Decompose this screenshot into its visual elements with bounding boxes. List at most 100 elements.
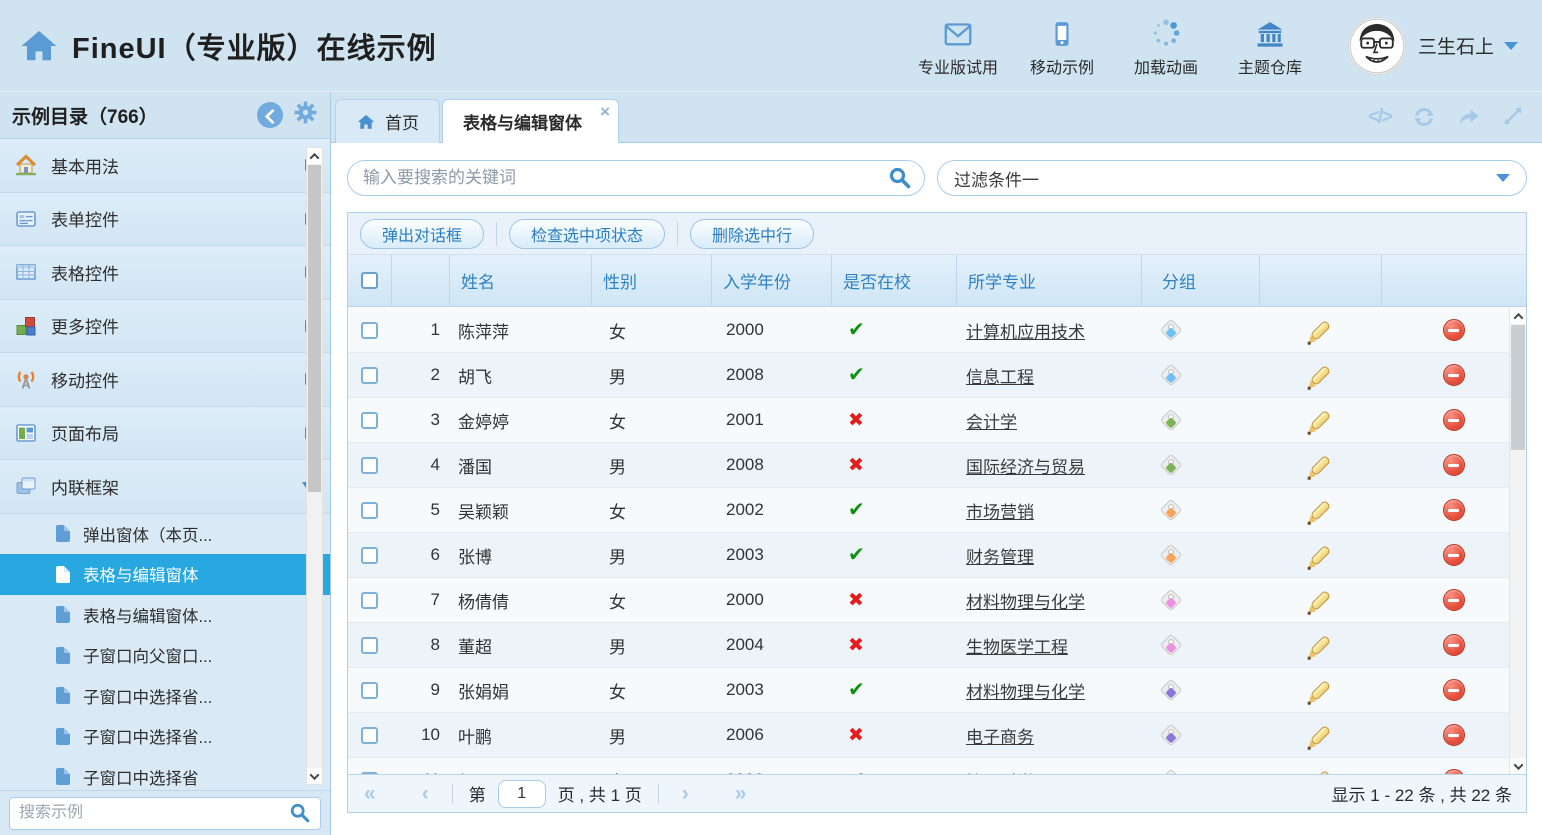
- sidebar-item-more-controls[interactable]: 更多控件: [0, 300, 330, 354]
- table-scrollbar[interactable]: [1509, 308, 1526, 774]
- sidebar-search-input[interactable]: [19, 804, 289, 822]
- last-page-icon[interactable]: »: [735, 783, 747, 804]
- edit-pencil-icon[interactable]: [1309, 454, 1330, 475]
- header-major[interactable]: 所学专业: [956, 255, 1141, 306]
- table-row[interactable]: 9 张娟娟 女 2003 ✔ ✖ 材料物理与化学: [348, 668, 1526, 713]
- row-checkbox[interactable]: [361, 412, 378, 429]
- row-checkbox[interactable]: [361, 592, 378, 609]
- tab-table-edit-window[interactable]: 表格与编辑窗体 ×: [442, 99, 619, 143]
- keyword-search-input[interactable]: [363, 168, 888, 188]
- nav-trial[interactable]: 专业版试用: [906, 13, 1010, 78]
- sidebar-subitem[interactable]: 弹出窗体（本页...: [0, 514, 330, 555]
- keyword-search-field[interactable]: [347, 160, 925, 196]
- search-icon[interactable]: [888, 166, 912, 190]
- sidebar-subitem[interactable]: 子窗口中选择省...: [0, 676, 330, 717]
- gear-icon[interactable]: [293, 100, 318, 130]
- edit-pencil-icon[interactable]: [1309, 589, 1330, 610]
- delete-icon[interactable]: [1443, 544, 1465, 566]
- sidebar-subitem[interactable]: 表格与编辑窗体: [0, 554, 330, 595]
- major-link[interactable]: 国际经济与贸易: [966, 453, 1085, 478]
- filter-dropdown[interactable]: 过滤条件一: [937, 160, 1527, 196]
- next-page-icon[interactable]: ›: [682, 783, 689, 804]
- row-checkbox[interactable]: [361, 547, 378, 564]
- table-row[interactable]: 5 吴颖颖 女 2002 ✔ ✖ 市场营销: [348, 488, 1526, 533]
- table-row[interactable]: 2 胡飞 男 2008 ✔ ✖ 信息工程: [348, 353, 1526, 398]
- sidebar-item-table-controls[interactable]: 表格控件: [0, 246, 330, 300]
- delete-icon[interactable]: [1443, 724, 1465, 746]
- scroll-up-icon[interactable]: [1510, 308, 1526, 324]
- major-link[interactable]: 材料物理与化学: [966, 678, 1085, 703]
- scrollbar-thumb[interactable]: [1511, 325, 1525, 450]
- user-menu[interactable]: 三生石上: [1348, 17, 1518, 75]
- toolbar-button[interactable]: 检查选中项状态: [509, 219, 665, 249]
- sidebar-search-box[interactable]: [9, 797, 321, 830]
- edit-pencil-icon[interactable]: [1309, 364, 1330, 385]
- row-checkbox[interactable]: [361, 682, 378, 699]
- row-checkbox[interactable]: [361, 367, 378, 384]
- row-checkbox[interactable]: [361, 457, 378, 474]
- major-link[interactable]: 电子商务: [966, 723, 1034, 748]
- edit-pencil-icon[interactable]: [1309, 319, 1330, 340]
- sidebar-subitem[interactable]: 子窗口向父窗口...: [0, 635, 330, 676]
- header-enrolled[interactable]: 是否在校: [831, 255, 956, 306]
- row-checkbox[interactable]: [361, 727, 378, 744]
- table-row[interactable]: 10 叶鹏 男 2006 ✔ ✖ 电子商务: [348, 713, 1526, 758]
- table-row[interactable]: 11 赵丽丽 女 2002 ✔ ✖ 管理科学: [348, 758, 1526, 774]
- tab-home[interactable]: 首页: [335, 99, 440, 143]
- first-page-icon[interactable]: «: [364, 783, 376, 804]
- app-home-icon[interactable]: [20, 27, 58, 65]
- sidebar-item-basic-usage[interactable]: 基本用法: [0, 139, 330, 193]
- major-link[interactable]: 财务管理: [966, 543, 1034, 568]
- scroll-down-icon[interactable]: [1510, 758, 1526, 774]
- row-checkbox[interactable]: [361, 322, 378, 339]
- sidebar-subitem[interactable]: 表格与编辑窗体...: [0, 595, 330, 636]
- header-gender[interactable]: 性别: [591, 255, 711, 306]
- search-icon[interactable]: [289, 802, 311, 824]
- table-row[interactable]: 3 金婷婷 女 2001 ✔ ✖ 会计学: [348, 398, 1526, 443]
- toolbar-button[interactable]: 删除选中行: [690, 219, 814, 249]
- major-link[interactable]: 生物医学工程: [966, 633, 1068, 658]
- edit-pencil-icon[interactable]: [1309, 499, 1330, 520]
- edit-pencil-icon[interactable]: [1309, 409, 1330, 430]
- edit-pencil-icon[interactable]: [1309, 544, 1330, 565]
- fullscreen-icon[interactable]: [1502, 105, 1526, 129]
- edit-pencil-icon[interactable]: [1309, 679, 1330, 700]
- delete-icon[interactable]: [1443, 679, 1465, 701]
- major-link[interactable]: 市场营销: [966, 498, 1034, 523]
- scroll-down-icon[interactable]: [307, 768, 322, 784]
- table-row[interactable]: 6 张博 男 2003 ✔ ✖ 财务管理: [348, 533, 1526, 578]
- header-name[interactable]: 姓名: [449, 255, 591, 306]
- scrollbar-thumb[interactable]: [308, 165, 321, 492]
- close-icon[interactable]: ×: [600, 103, 610, 120]
- edit-pencil-icon[interactable]: [1309, 634, 1330, 655]
- edit-pencil-icon[interactable]: [1309, 724, 1330, 745]
- delete-icon[interactable]: [1443, 409, 1465, 431]
- major-link[interactable]: 会计学: [966, 408, 1017, 433]
- delete-icon[interactable]: [1443, 634, 1465, 656]
- sidebar-item-page-layout[interactable]: 页面布局: [0, 407, 330, 461]
- nav-loading-animation[interactable]: 加载动画: [1114, 13, 1218, 78]
- sidebar-item-mobile-controls[interactable]: 移动控件: [0, 353, 330, 407]
- row-checkbox[interactable]: [361, 637, 378, 654]
- sidebar-item-iframe[interactable]: 内联框架: [0, 460, 330, 514]
- sidebar-subitem[interactable]: 子窗口中选择省...: [0, 716, 330, 757]
- page-number-input[interactable]: [498, 780, 546, 808]
- delete-icon[interactable]: [1443, 364, 1465, 386]
- sidebar-scrollbar[interactable]: [306, 147, 323, 785]
- toolbar-button[interactable]: 弹出对话框: [360, 219, 484, 249]
- header-year[interactable]: 入学年份: [711, 255, 831, 306]
- nav-theme-store[interactable]: 主题仓库: [1218, 13, 1322, 78]
- table-row[interactable]: 4 潘国 男 2008 ✔ ✖ 国际经济与贸易: [348, 443, 1526, 488]
- header-group[interactable]: 分组: [1141, 255, 1259, 306]
- refresh-icon[interactable]: [1412, 105, 1436, 129]
- share-icon[interactable]: [1457, 105, 1481, 129]
- table-row[interactable]: 1 陈萍萍 女 2000 ✔ ✖ 计算机应用技术: [348, 308, 1526, 353]
- major-link[interactable]: 信息工程: [966, 363, 1034, 388]
- source-code-icon[interactable]: </>: [1368, 106, 1391, 129]
- delete-icon[interactable]: [1443, 319, 1465, 341]
- major-link[interactable]: 计算机应用技术: [966, 318, 1085, 343]
- sidebar-subitem[interactable]: 子窗口中选择省: [0, 757, 330, 791]
- select-all-checkbox[interactable]: [361, 272, 378, 289]
- major-link[interactable]: 材料物理与化学: [966, 588, 1085, 613]
- collapse-sidebar-icon[interactable]: [257, 102, 283, 128]
